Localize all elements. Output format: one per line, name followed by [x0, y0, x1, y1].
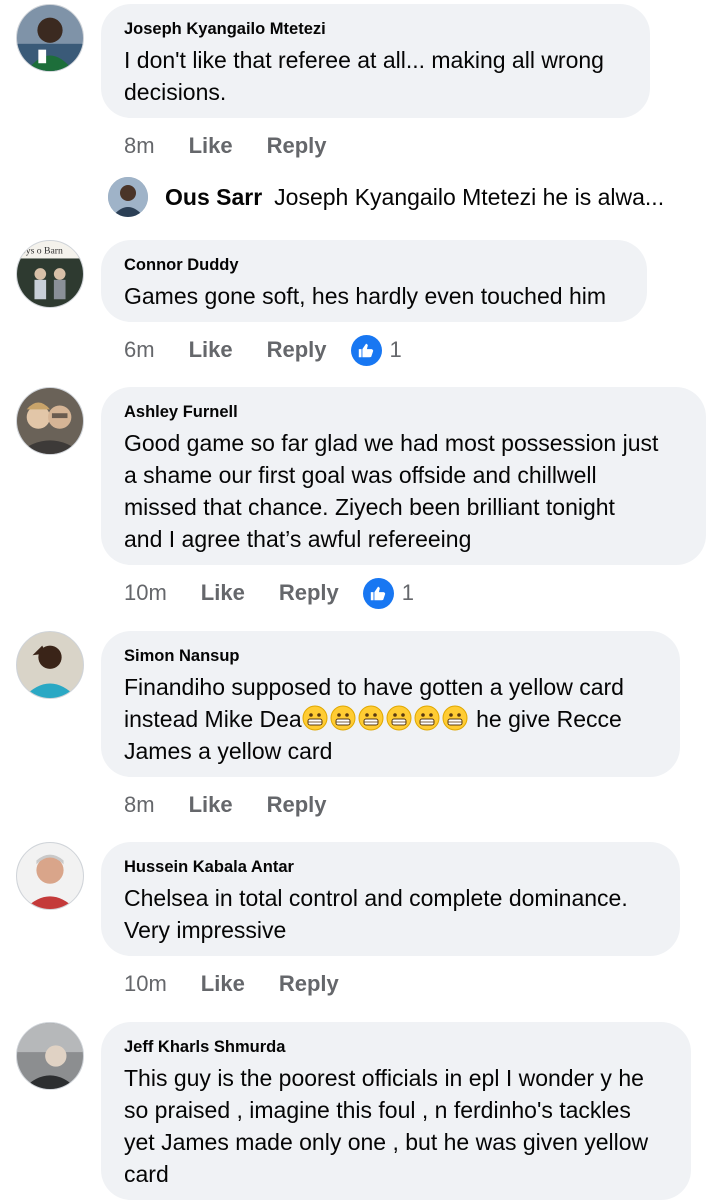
comment-timestamp[interactable]: 8m — [124, 792, 155, 818]
avatar[interactable] — [16, 842, 84, 910]
profile-photo-icon — [17, 5, 83, 71]
avatar[interactable] — [16, 4, 84, 72]
comment-text: I don't like that referee at all... maki… — [124, 47, 604, 105]
reaction-summary[interactable]: 1 — [350, 334, 402, 366]
reply-text: Joseph Kyangailo Mtetezi he is alwa... — [274, 183, 665, 210]
comment-text: Finandiho supposed to have gotten a yell… — [124, 674, 624, 764]
reaction-count: 1 — [389, 337, 402, 362]
comment-bubble: Joseph Kyangailo Mtetezi I don't like th… — [101, 4, 650, 118]
grimacing-face-emoji-icon — [358, 705, 384, 731]
thumbs-up-icon — [362, 577, 394, 609]
grimacing-face-emoji-icon — [386, 705, 412, 731]
grimacing-face-emoji-icon — [330, 705, 356, 731]
profile-photo-icon — [17, 1023, 83, 1089]
comment-text: Games gone soft, hes hardly even touched… — [124, 283, 607, 309]
like-button[interactable]: Like — [189, 792, 233, 818]
like-button[interactable]: Like — [201, 971, 245, 997]
profile-photo-icon — [17, 388, 83, 454]
reaction-count: 1 — [401, 580, 414, 605]
comment-text: This guy is the poorest officials in epl… — [124, 1065, 649, 1187]
comment-author[interactable]: Connor Duddy — [124, 254, 625, 276]
comment-actions: 6m Like Reply 1 — [124, 334, 402, 366]
reply-button[interactable]: Reply — [279, 580, 339, 606]
comment-author[interactable]: Hussein Kabala Antar — [124, 856, 658, 878]
avatar[interactable] — [16, 1022, 84, 1090]
comment-actions: 10m Like Reply — [124, 969, 339, 999]
avatar[interactable]: oys o Barn — [16, 240, 84, 308]
profile-photo-icon: oys o Barn — [17, 241, 83, 307]
reply-button[interactable]: Reply — [279, 971, 339, 997]
like-button[interactable]: Like — [189, 133, 233, 159]
comment-author[interactable]: Joseph Kyangailo Mtetezi — [124, 18, 628, 40]
comment-text: Chelsea in total control and complete do… — [124, 885, 628, 943]
comment-bubble: Simon Nansup Finandiho supposed to have … — [101, 631, 680, 777]
comment-timestamp[interactable]: 8m — [124, 133, 155, 159]
thumbs-up-icon — [350, 334, 382, 366]
profile-photo-icon — [17, 843, 83, 909]
reply-button[interactable]: Reply — [267, 792, 327, 818]
comment-author[interactable]: Simon Nansup — [124, 645, 658, 667]
reply-button[interactable]: Reply — [267, 133, 327, 159]
comment-timestamp[interactable]: 10m — [124, 580, 167, 606]
comment-text: Good game so far glad we had most posses… — [124, 430, 659, 552]
reaction-summary[interactable]: 1 — [362, 577, 414, 609]
grimacing-face-emoji-icon — [302, 705, 328, 731]
grimacing-face-emoji-icon — [442, 705, 468, 731]
emoji-row — [302, 705, 470, 732]
comment-bubble: Ashley Furnell Good game so far glad we … — [101, 387, 706, 565]
avatar[interactable] — [108, 177, 148, 217]
comment-bubble: Hussein Kabala Antar Chelsea in total co… — [101, 842, 680, 956]
comment-bubble: Connor Duddy Games gone soft, hes hardly… — [101, 240, 647, 322]
reply-preview[interactable]: Ous Sarr Joseph Kyangailo Mtetezi he is … — [108, 177, 664, 217]
reply-author[interactable]: Ous Sarr — [165, 184, 262, 211]
avatar[interactable] — [16, 387, 84, 455]
like-button[interactable]: Like — [189, 337, 233, 363]
profile-photo-icon — [108, 177, 148, 217]
profile-photo-icon — [17, 632, 83, 698]
reply-button[interactable]: Reply — [267, 337, 327, 363]
comment-actions: 8m Like Reply — [124, 131, 327, 161]
avatar[interactable] — [16, 631, 84, 699]
like-button[interactable]: Like — [201, 580, 245, 606]
comment-actions: 8m Like Reply — [124, 790, 327, 820]
comment-author[interactable]: Ashley Furnell — [124, 401, 684, 423]
comment-timestamp[interactable]: 10m — [124, 971, 167, 997]
comment-author[interactable]: Jeff Kharls Shmurda — [124, 1036, 669, 1058]
comment-bubble: Jeff Kharls Shmurda This guy is the poor… — [101, 1022, 691, 1200]
grimacing-face-emoji-icon — [414, 705, 440, 731]
comment-actions: 10m Like Reply 1 — [124, 577, 414, 609]
svg-text:oys o Barn: oys o Barn — [21, 246, 63, 257]
comment-timestamp[interactable]: 6m — [124, 337, 155, 363]
